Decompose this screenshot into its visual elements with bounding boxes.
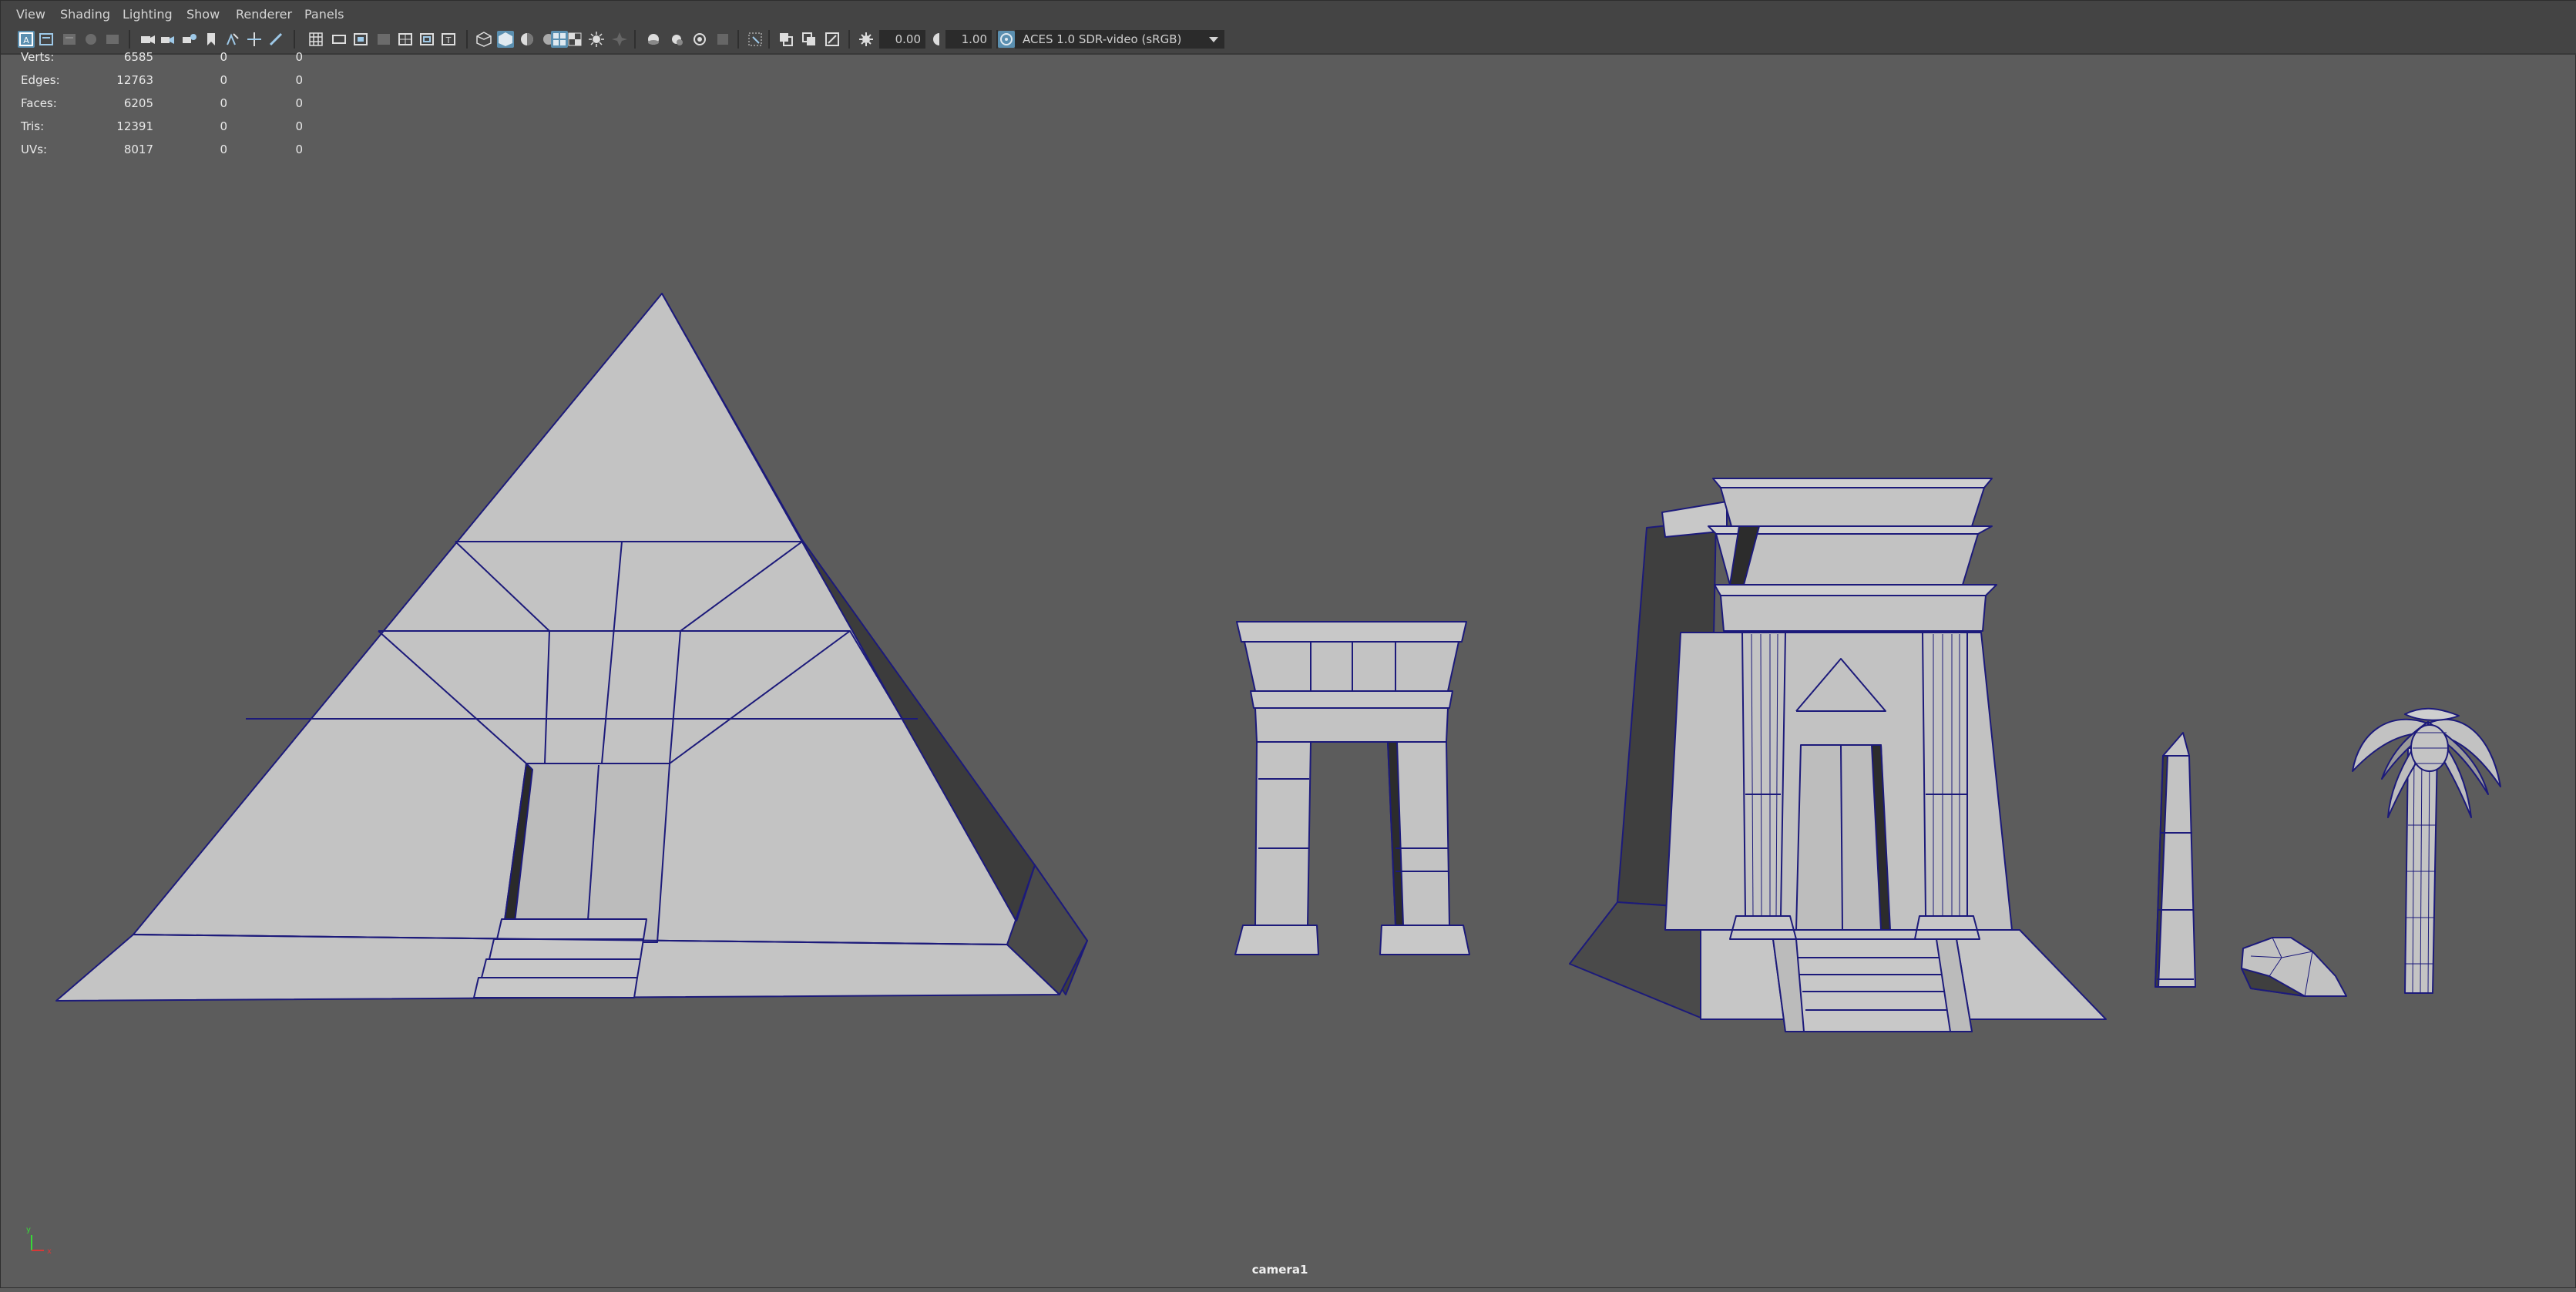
menu-show[interactable]: Show [186, 7, 220, 22]
motion-blur-icon[interactable] [645, 31, 662, 48]
isolate-select-icon[interactable] [824, 31, 841, 48]
lighting-icon[interactable] [566, 31, 583, 48]
chevron-down-icon[interactable] [1203, 30, 1224, 49]
xray-joints-icon[interactable] [747, 31, 764, 48]
rock-model[interactable] [2241, 937, 2347, 997]
gate-mask-icon[interactable] [375, 31, 392, 48]
panel-toolbar: A T 0.00 1.00 ACES 1.0 SDR-video (sRGB) [1, 26, 2576, 55]
grid-icon[interactable] [307, 31, 324, 48]
palm-tree-model[interactable] [2352, 707, 2501, 994]
smooth-shade-icon[interactable] [497, 31, 514, 48]
safe-title-icon[interactable]: T [440, 31, 457, 48]
scene-canvas[interactable]: y x [1, 55, 2576, 1289]
temple-model[interactable] [1569, 478, 2107, 1032]
svg-text:y: y [26, 1226, 31, 1234]
camera-icon[interactable] [139, 31, 156, 48]
bookmark-icon[interactable] [61, 31, 78, 48]
gamma-icon[interactable] [929, 31, 945, 48]
camera-name-label: camera1 [1251, 1263, 1308, 1277]
camera-lock-icon[interactable] [181, 31, 198, 48]
svg-text:A: A [23, 35, 29, 45]
select-camera-icon[interactable]: A [18, 31, 35, 48]
image-plane-icon[interactable] [224, 31, 241, 48]
wireframe-icon[interactable] [475, 31, 492, 48]
camera-attributes-icon[interactable] [38, 31, 55, 48]
svg-text:x: x [47, 1247, 52, 1256]
menu-view[interactable]: View [16, 7, 45, 22]
textured-icon[interactable] [551, 31, 568, 48]
image-plane-icon[interactable] [82, 31, 99, 48]
2d-pan-zoom-icon[interactable] [246, 31, 263, 48]
gate-model[interactable] [1234, 621, 1470, 955]
xray-active-icon[interactable] [778, 31, 794, 48]
bookmark-icon[interactable] [203, 31, 220, 48]
pyramid-model[interactable] [55, 293, 1088, 1002]
axis-gizmo: y x [26, 1226, 52, 1256]
menu-lighting[interactable]: Lighting [123, 7, 173, 22]
wireframe-on-shaded-icon[interactable] [519, 31, 536, 48]
exposure-field[interactable]: 0.00 [879, 30, 925, 49]
menu-panels[interactable]: Panels [304, 7, 344, 22]
depth-of-field-icon[interactable] [691, 31, 708, 48]
view-transform-icon[interactable] [998, 31, 1015, 48]
resolution-gate-icon[interactable] [352, 31, 369, 48]
film-gate-icon[interactable] [331, 31, 348, 48]
gamma-field[interactable]: 1.00 [945, 30, 992, 49]
svg-text:T: T [445, 35, 452, 45]
2d-pan-zoom-icon[interactable] [104, 31, 121, 48]
menu-shading[interactable]: Shading [60, 7, 110, 22]
exposure-icon[interactable] [858, 31, 875, 48]
obelisk-model[interactable] [2155, 732, 2196, 988]
menu-renderer[interactable]: Renderer [236, 7, 292, 22]
camera-move-icon[interactable] [160, 31, 176, 48]
maya-viewport-panel: View Shading Lighting Show Renderer Pane… [0, 0, 2576, 1288]
screen-space-ao-icon[interactable] [611, 31, 628, 48]
safe-action-icon[interactable] [418, 31, 435, 48]
isolate-select-icon[interactable] [714, 31, 731, 48]
antialias-icon[interactable] [668, 31, 685, 48]
field-chart-icon[interactable] [397, 31, 414, 48]
grease-pencil-icon[interactable] [267, 31, 284, 48]
backface-culling-icon[interactable] [801, 31, 818, 48]
color-space-dropdown[interactable]: ACES 1.0 SDR-video (sRGB) [1015, 30, 1224, 49]
shadows-icon[interactable] [588, 31, 605, 48]
3d-viewport[interactable]: y x [1, 55, 2576, 1289]
